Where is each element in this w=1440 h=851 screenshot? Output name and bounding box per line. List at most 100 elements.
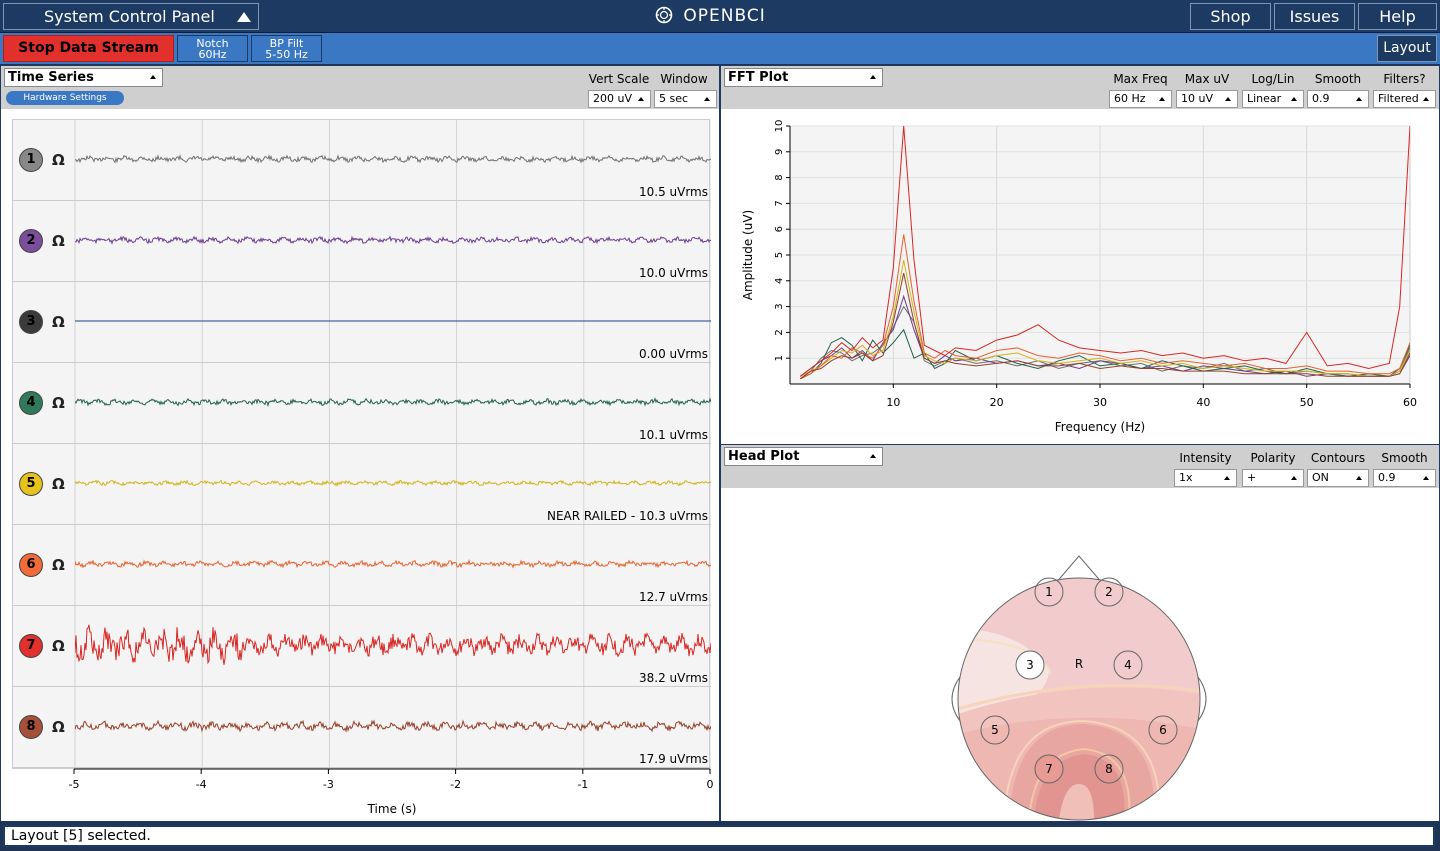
fft-x-tick-label: 50 (1300, 396, 1314, 409)
fft-x-tick-label: 20 (990, 396, 1004, 409)
issues-button[interactable]: Issues (1274, 3, 1355, 30)
channel-2-toggle-button[interactable]: 2 (19, 229, 43, 253)
fft-title: FFT Plot (728, 70, 789, 85)
channel-3-toggle-button[interactable]: 3 (19, 310, 43, 334)
channel-4-toggle-button[interactable]: 4 (19, 391, 43, 415)
channel-6-toggle-button[interactable]: 6 (19, 553, 43, 577)
shop-button[interactable]: Shop (1190, 3, 1271, 30)
time-series-widget-select[interactable]: Time Series (4, 68, 163, 87)
channel-5-trace (75, 479, 711, 487)
channel-8-trace (75, 719, 711, 733)
fft-x-axis-label: Frequency (Hz) (1055, 420, 1146, 434)
caret-up-icon (237, 12, 251, 22)
head-control-label-0: Intensity (1179, 451, 1232, 465)
fft-control-label-2: Log/Lin (1251, 72, 1295, 86)
time-series-panel: Time Series Hardware Settings Vert Scale… (0, 65, 720, 822)
notch-value: 60Hz (198, 48, 227, 61)
head-control-dropdown-1[interactable]: + (1242, 469, 1304, 487)
head-plot-header: Head Plot Intensity 1x Polarity + Contours ON… (721, 445, 1439, 488)
time-axis-tick-label: 0 (707, 778, 714, 791)
bandpass-value: 5-50 Hz (265, 48, 308, 61)
help-button[interactable]: Help (1358, 3, 1437, 30)
time-axis-tick-label: -1 (577, 778, 588, 791)
head-control-dropdown-3[interactable]: 0.9 (1373, 469, 1436, 487)
fft-header: FFT Plot Max Freq 60 Hz Max uV 10 uV Log/Lin… (721, 66, 1439, 109)
dropdown-arrow-icon (870, 75, 876, 79)
dropdown-arrow-icon (1225, 97, 1231, 101)
channel-2-waveform (75, 235, 711, 245)
dropdown-arrow-icon (1423, 97, 1429, 101)
system-control-panel-button[interactable]: System Control Panel (3, 3, 259, 30)
head-control-value-2: ON (1312, 471, 1329, 484)
channel-1-impedance-icon[interactable]: Ω (52, 151, 65, 169)
head-control-dropdown-2[interactable]: ON (1307, 469, 1369, 487)
channel-8-impedance-icon[interactable]: Ω (52, 718, 65, 736)
time-axis-tick-label: -5 (69, 778, 80, 791)
channel-3-trace (75, 320, 711, 322)
channel-8-toggle-button[interactable]: 8 (19, 715, 43, 739)
dropdown-arrow-icon (1356, 476, 1362, 480)
hardware-settings-button[interactable]: Hardware Settings (6, 91, 124, 105)
time-axis: -5 -4 -3 -2 -1 0 Time (s) (69, 768, 714, 816)
electrode-7-label: 7 (1045, 762, 1053, 776)
channel-5-waveform (75, 479, 711, 487)
fft-y-axis-label: Amplitude (uV) (741, 210, 755, 301)
openbci-logo-icon (655, 6, 673, 24)
electrode-6-label: 6 (1159, 723, 1167, 737)
channel-8-waveform (75, 719, 711, 733)
vert-scale-dropdown[interactable]: 200 uV (588, 90, 651, 108)
head-plot: 1 2 3 4 5 6 7 8 R (951, 555, 1207, 821)
channel-7-toggle-button[interactable]: 7 (19, 634, 43, 658)
channel-2-trace (75, 235, 711, 245)
head-control-dropdown-0[interactable]: 1x (1174, 469, 1237, 487)
stop-data-stream-button[interactable]: Stop Data Stream (3, 35, 174, 62)
window-dropdown[interactable]: 5 sec (654, 90, 717, 108)
channel-4-impedance-icon[interactable]: Ω (52, 394, 65, 412)
dropdown-arrow-icon (704, 97, 710, 101)
fft-x-tick-label: 60 (1403, 396, 1417, 409)
time-axis-label: Time (s) (367, 802, 417, 816)
fft-control-dropdown-2[interactable]: Linear (1242, 90, 1304, 108)
channel-1-toggle-button[interactable]: 1 (19, 148, 43, 172)
head-plot-widget-select[interactable]: Head Plot (724, 447, 883, 466)
fft-x-tick-label: 40 (1196, 396, 1210, 409)
system-control-panel-label: System Control Panel (44, 7, 215, 26)
channel-5-toggle-button[interactable]: 5 (19, 472, 43, 496)
time-series-title: Time Series (8, 70, 94, 85)
vert-scale-label: Vert Scale (588, 72, 650, 86)
dropdown-arrow-icon (638, 97, 644, 101)
channel-2-impedance-icon[interactable]: Ω (52, 232, 65, 250)
dropdown-arrow-icon (1159, 97, 1165, 101)
notch-filter-button[interactable]: Notch 60Hz (177, 35, 248, 62)
time-series-header: Time Series Hardware Settings Vert Scale… (1, 66, 719, 109)
fft-y-tick-label: 3 (774, 303, 785, 309)
electrode-4-label: 4 (1124, 658, 1132, 672)
dropdown-arrow-icon (1291, 97, 1297, 101)
window-value: 5 sec (659, 92, 689, 105)
dropdown-arrow-icon (1423, 476, 1429, 480)
electrode-8-label: 8 (1105, 762, 1113, 776)
fft-control-dropdown-1[interactable]: 10 uV (1176, 90, 1238, 108)
electrode-1-label: 1 (1045, 585, 1053, 599)
fft-control-label-3: Smooth (1314, 72, 1362, 86)
channel-row-7: 7 Ω 38.2 uVrms (13, 606, 711, 687)
time-axis-tick-label: -3 (323, 778, 334, 791)
channel-5-impedance-icon[interactable]: Ω (52, 475, 65, 493)
bandpass-filter-button[interactable]: BP Filt 5-50 Hz (251, 35, 322, 62)
dropdown-arrow-icon (150, 75, 156, 79)
fft-control-value-3: 0.9 (1312, 92, 1330, 105)
openbci-logo-text: OPENBCI (683, 6, 766, 26)
layout-button[interactable]: Layout (1377, 35, 1437, 62)
fft-x-tick-label: 30 (1093, 396, 1107, 409)
channel-3-impedance-icon[interactable]: Ω (52, 313, 65, 331)
fft-widget-select[interactable]: FFT Plot (724, 68, 883, 87)
fft-control-dropdown-0[interactable]: 60 Hz (1109, 90, 1172, 108)
fft-control-dropdown-4[interactable]: Filtered (1373, 90, 1436, 108)
channel-7-impedance-icon[interactable]: Ω (52, 637, 65, 655)
fft-control-dropdown-3[interactable]: 0.9 (1307, 90, 1369, 108)
fft-control-value-0: 60 Hz (1114, 92, 1146, 105)
channel-7-waveform (75, 624, 711, 665)
fft-y-tick-label: 6 (774, 226, 785, 232)
fft-control-label-0: Max Freq (1113, 72, 1168, 86)
channel-6-impedance-icon[interactable]: Ω (52, 556, 65, 574)
